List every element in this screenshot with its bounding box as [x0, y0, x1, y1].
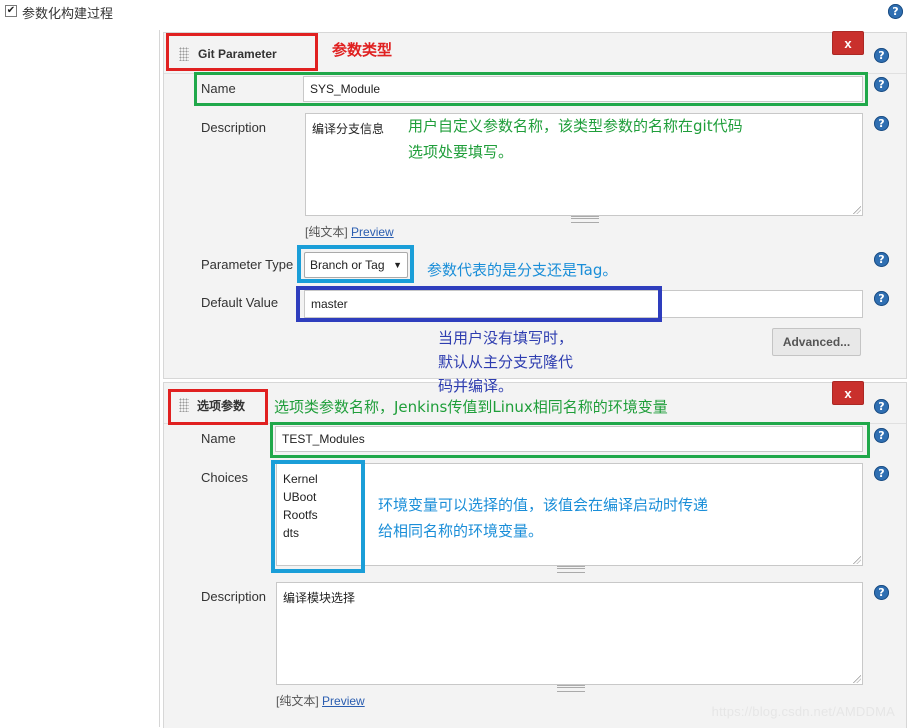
parameterized-build-checkbox[interactable]: ✔ [5, 5, 17, 17]
annotation-box-default [296, 286, 662, 322]
annotation-box-type [297, 245, 414, 283]
delete-parameter-button[interactable]: x [832, 31, 864, 55]
textarea-grip-icon[interactable] [571, 216, 599, 223]
description-label: Description [201, 120, 267, 135]
textarea-grip-icon[interactable] [557, 685, 585, 692]
left-divider [159, 30, 160, 727]
annotation-box-choice-type [168, 389, 268, 425]
help-icon[interactable]: ? [874, 77, 889, 92]
textarea-grip-icon[interactable] [557, 566, 585, 573]
annotation-choice-name-note: 选项类参数名称，Jenkins传值到Linux相同名称的环境变量 [274, 398, 668, 416]
help-icon[interactable]: ? [874, 291, 889, 306]
preview-link[interactable]: Preview [322, 694, 365, 708]
preview-line: [纯文本] Preview [305, 223, 394, 240]
help-icon[interactable]: ? [874, 428, 889, 443]
annotation-box-choices [271, 460, 365, 573]
name-label: Name [201, 431, 236, 446]
parameter-type-label: Parameter Type [201, 257, 294, 272]
help-icon[interactable]: ? [874, 399, 889, 414]
annotation-choices-note-line1: 环境变量可以选择的值，该值会在编译启动时传递 [378, 496, 709, 514]
resize-handle-icon[interactable] [853, 675, 861, 683]
annotation-type-note: 参数代表的是分支还是Tag。 [427, 261, 618, 279]
description-textarea[interactable]: 编译模块选择 [276, 582, 863, 685]
resize-handle-icon[interactable] [853, 206, 861, 214]
advanced-button[interactable]: Advanced... [772, 328, 861, 356]
resize-handle-icon[interactable] [853, 556, 861, 564]
default-value-label: Default Value [201, 295, 279, 310]
annotation-name-note-line1: 用户自定义参数名称，该类型参数的名称在git代码 [408, 117, 743, 135]
help-icon[interactable]: ? [874, 585, 889, 600]
parameterized-build-label: 参数化构建过程 [22, 6, 114, 21]
annotation-default-note-line2: 默认从主分支克隆代 [438, 353, 574, 371]
annotation-choices-note-line2: 给相同名称的环境变量。 [378, 522, 544, 540]
plain-text-label: [纯文本] [305, 225, 348, 239]
help-icon[interactable]: ? [874, 466, 889, 481]
watermark: https://blog.csdn.net/AMDDMA [711, 704, 895, 719]
annotation-box-choice-name [270, 422, 870, 458]
annotation-box-name [194, 72, 868, 106]
help-icon[interactable]: ? [874, 48, 889, 63]
help-icon[interactable]: ? [874, 116, 889, 131]
annotation-param-type: 参数类型 [332, 41, 393, 59]
help-icon[interactable]: ? [874, 252, 889, 267]
annotation-box-param-type [166, 33, 318, 71]
preview-line: [纯文本] Preview [276, 692, 365, 709]
parameterized-build-row: ✔ 参数化构建过程 ? [0, 0, 909, 24]
annotation-name-note-line2: 选项处要填写。 [408, 143, 514, 161]
help-icon[interactable]: ? [888, 4, 903, 19]
delete-parameter-button[interactable]: x [832, 381, 864, 405]
description-label: Description [201, 589, 267, 604]
plain-text-label: [纯文本] [276, 694, 319, 708]
annotation-default-note-line1: 当用户没有填写时， [438, 329, 574, 347]
choices-label: Choices [201, 470, 248, 485]
preview-link[interactable]: Preview [351, 225, 394, 239]
